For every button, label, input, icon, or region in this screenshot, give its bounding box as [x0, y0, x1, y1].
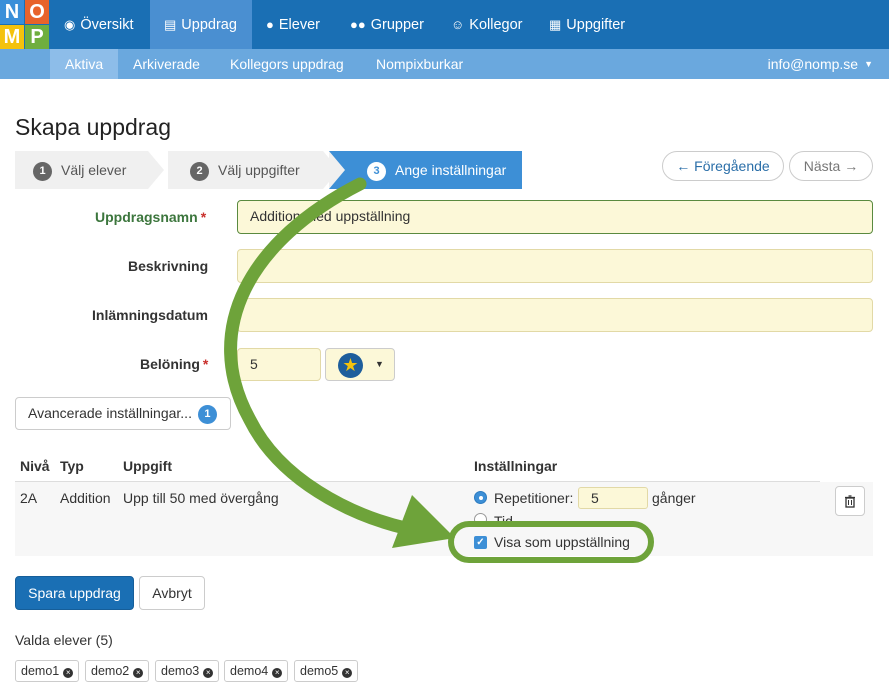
logo-letter-o: O: [25, 0, 49, 24]
table-header-type: Typ: [60, 458, 84, 474]
book-icon: ▤: [164, 17, 177, 32]
subnav-aktiva[interactable]: Aktiva: [50, 49, 119, 79]
logo-letter-m: M: [0, 25, 24, 49]
wizard-step-3[interactable]: 3 Ange inställningar: [329, 151, 522, 189]
nav-uppdrag[interactable]: ▤ Uppdrag: [150, 0, 252, 49]
cancel-button[interactable]: Avbryt: [139, 576, 205, 610]
remove-icon[interactable]: ×: [63, 668, 74, 678]
trash-icon: [845, 495, 855, 508]
sub-navbar: Aktiva Arkiverade Kollegors uppdrag Nomp…: [0, 49, 889, 79]
step-arrow: [329, 151, 345, 189]
caret-down-icon: ▼: [375, 359, 384, 369]
show-as-column-checkbox[interactable]: ✓: [474, 536, 487, 549]
reward-type-dropdown[interactable]: ★ ▼: [325, 348, 395, 381]
user-icon: ●: [266, 17, 274, 32]
student-chip[interactable]: demo2 ×: [85, 660, 150, 682]
student-chip[interactable]: demo3 ×: [155, 660, 220, 682]
student-chip[interactable]: demo4 ×: [224, 660, 289, 682]
caret-down-icon: ▼: [864, 59, 873, 69]
wizard-step-1[interactable]: 1 Välj elever: [15, 151, 148, 189]
student-chip[interactable]: demo1 ×: [15, 660, 80, 682]
advanced-settings-button[interactable]: Avancerade inställningar... 1: [15, 397, 231, 430]
nav-uppgifter[interactable]: ▦ Uppgifter: [535, 0, 639, 49]
nomp-logo[interactable]: N O M P: [0, 0, 49, 49]
selected-students-title: Valda elever (5): [15, 632, 113, 648]
table-header-task: Uppgift: [123, 458, 172, 474]
name-input[interactable]: Addition med uppställning: [237, 200, 873, 234]
nav-kollegor[interactable]: ☺ Kollegor: [437, 0, 536, 49]
row-level: 2A: [20, 490, 38, 506]
top-navbar: N O M P ◉ Översikt ▤ Uppdrag ● Elever ●● Gru…: [0, 0, 889, 49]
users-icon: ●●: [350, 17, 366, 32]
logo-letter-p: P: [25, 25, 49, 49]
row-task: Upp till 50 med övergång: [123, 490, 279, 506]
remove-icon[interactable]: ×: [203, 668, 214, 678]
wizard-step-2[interactable]: 2 Välj uppgifter: [168, 151, 323, 189]
repetitions-input[interactable]: 5: [578, 487, 648, 509]
table-header-settings: Inställningar: [474, 458, 558, 474]
page-title: Skapa uppdrag: [15, 114, 172, 140]
step-arrow: [148, 151, 164, 189]
dashboard-icon: ◉: [64, 17, 76, 32]
nav-elever[interactable]: ● Elever: [252, 0, 334, 49]
description-label: Beskrivning: [128, 258, 209, 274]
next-button[interactable]: Nästa →: [789, 151, 873, 181]
row-type: Addition: [60, 490, 111, 506]
remove-icon[interactable]: ×: [272, 668, 283, 678]
repetitions-label: Repetitioner:: [494, 490, 574, 506]
date-label: Inlämningsdatum: [92, 307, 208, 323]
description-input[interactable]: [237, 249, 873, 283]
account-menu[interactable]: info@nomp.se ▼: [753, 49, 877, 79]
student-chip[interactable]: demo5 ×: [294, 660, 359, 682]
logo-letter-n: N: [0, 0, 24, 24]
remove-icon[interactable]: ×: [133, 668, 144, 678]
date-input[interactable]: [237, 298, 873, 332]
reward-label: Belöning *: [140, 356, 209, 372]
subnav-nompixburkar[interactable]: Nompixburkar: [361, 49, 478, 79]
repetitions-unit: gånger: [652, 490, 696, 506]
nav-oversikt[interactable]: ◉ Översikt: [50, 0, 148, 49]
table-header-level: Nivå: [20, 458, 50, 474]
name-label: Uppdragsnamn *: [95, 209, 207, 225]
delete-row-button[interactable]: [835, 486, 865, 516]
previous-button[interactable]: ← Föregående: [662, 151, 784, 181]
subnav-kollegors-uppdrag[interactable]: Kollegors uppdrag: [215, 49, 359, 79]
advanced-count-badge: 1: [197, 405, 217, 424]
star-icon: ★: [338, 353, 363, 378]
subnav-arkiverade[interactable]: Arkiverade: [118, 49, 215, 79]
remove-icon[interactable]: ×: [342, 668, 353, 678]
repetitions-radio[interactable]: [474, 491, 487, 504]
show-as-column-label: Visa som uppställning: [494, 534, 630, 550]
reward-input[interactable]: 5: [237, 348, 321, 381]
nav-grupper[interactable]: ●● Grupper: [336, 0, 438, 49]
save-button[interactable]: Spara uppdrag: [15, 576, 134, 610]
grid-icon: ▦: [549, 17, 562, 32]
smile-icon: ☺: [451, 17, 465, 32]
